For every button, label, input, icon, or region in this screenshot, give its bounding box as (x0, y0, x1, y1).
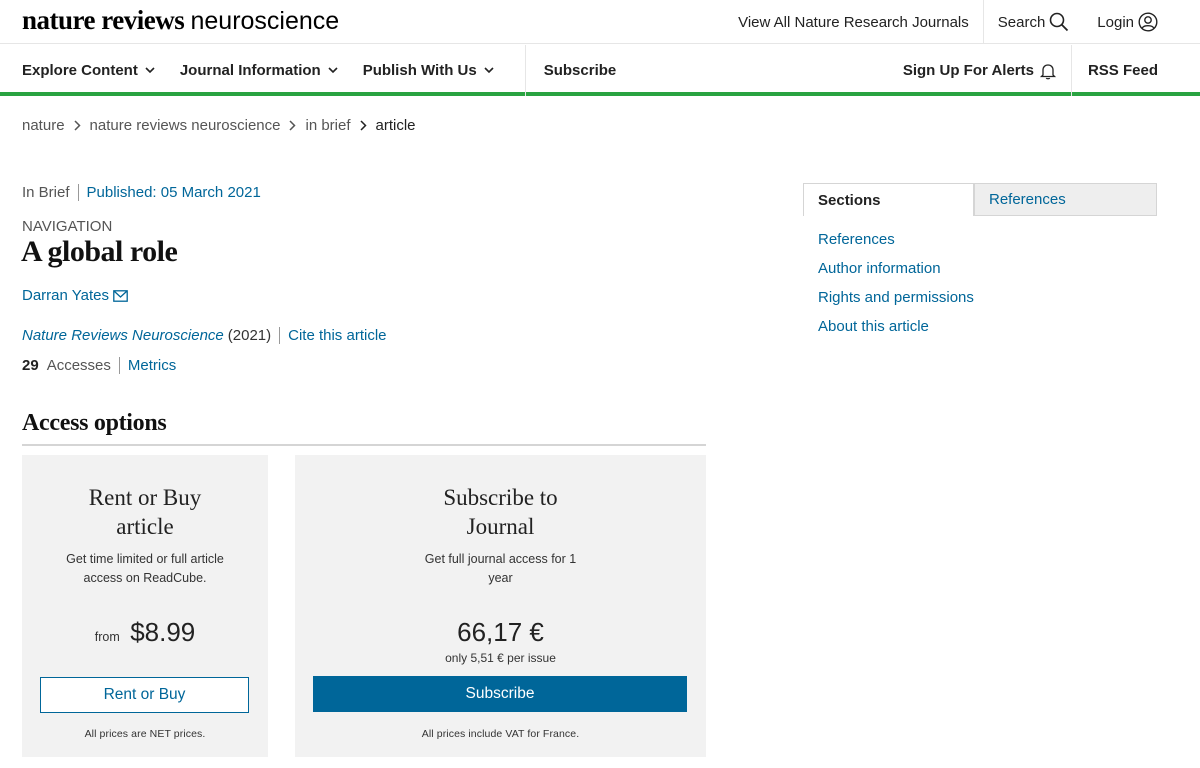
citation-line: Nature Reviews Neuroscience (2021) Cite … (22, 327, 387, 344)
section-link-author-information[interactable]: Author information (818, 259, 974, 288)
search-button[interactable]: Search (982, 0, 1084, 44)
published-date: Published: 05 March 2021 (86, 184, 261, 201)
nav-left: Explore Content Journal Information Publ… (22, 45, 641, 96)
rss-feed-link[interactable]: RSS Feed (1070, 45, 1200, 96)
access-options-heading: Access options (22, 410, 167, 436)
breadcrumb-item-in-brief[interactable]: in brief (305, 117, 350, 134)
journal-logo[interactable]: nature reviews neuroscience (22, 5, 339, 36)
nav-explore-content[interactable]: Explore Content (22, 45, 155, 96)
login-button[interactable]: Login (1083, 0, 1200, 44)
journal-name-link[interactable]: Nature Reviews Neuroscience (22, 327, 224, 344)
rent-or-buy-card: Rent or Buy article Get time limited or … (22, 455, 268, 757)
nav-subscribe[interactable]: Subscribe (524, 45, 617, 96)
breadcrumb-item-journal[interactable]: nature reviews neuroscience (90, 117, 281, 134)
metrics-line: 29 Accesses Metrics (22, 357, 176, 374)
login-label: Login (1097, 13, 1134, 31)
brand-bold-text: nature reviews (22, 5, 185, 35)
sign-up-alerts-label: Sign Up For Alerts (902, 62, 1034, 79)
breadcrumb: nature nature reviews neuroscience in br… (22, 117, 416, 134)
brand-light-text: neuroscience (190, 7, 340, 35)
tab-references[interactable]: References (974, 183, 1157, 216)
chevron-down-icon (328, 67, 338, 74)
metrics-link[interactable]: Metrics (120, 357, 176, 374)
rent-card-footnote: All prices are NET prices. (84, 728, 206, 740)
rent-card-description: Get time limited or full article access … (66, 552, 224, 585)
nav-publish-with-us-label: Publish With Us (362, 62, 477, 79)
chevron-down-icon (484, 67, 494, 74)
search-label: Search (997, 13, 1046, 31)
price-per-issue: only 5,51 € per issue (445, 651, 556, 665)
article-subject: NAVIGATION (22, 218, 113, 235)
subscribe-price-row: 66,17 € (295, 617, 706, 648)
subscribe-card-footnote: All prices include VAT for France. (421, 728, 580, 740)
article-type: In Brief (22, 184, 79, 201)
nav-journal-information-label: Journal Information (179, 62, 321, 79)
sign-up-alerts-link[interactable]: Sign Up For Alerts (889, 45, 1071, 96)
main-nav: Explore Content Journal Information Publ… (0, 45, 1200, 96)
user-icon (1138, 12, 1158, 32)
rss-feed-label: RSS Feed (1087, 62, 1158, 79)
author-name: Darran Yates (22, 287, 109, 304)
section-link-references[interactable]: References (818, 230, 974, 259)
accesses-label: Accesses (47, 357, 120, 374)
nav-subscribe-label: Subscribe (543, 62, 617, 79)
subscribe-card-title-line1: Subscribe to (443, 485, 558, 510)
nav-right: Sign Up For Alerts RSS Feed (889, 45, 1200, 96)
author-link[interactable]: Darran Yates (22, 287, 128, 304)
article-title: A global role (21, 235, 178, 268)
rent-card-title-line1: Rent or Buy (88, 485, 202, 510)
breadcrumb-item-nature[interactable]: nature (22, 117, 65, 134)
view-all-journals-label: View All Nature Research Journals (738, 13, 969, 31)
envelope-icon[interactable] (113, 289, 128, 302)
sidebar-tabs: Sections References (803, 183, 1157, 216)
divider (22, 444, 706, 446)
chevron-right-icon (289, 120, 297, 131)
rent-card-title-line2: article (116, 514, 174, 539)
article-meta: In Brief Published: 05 March 2021 (22, 184, 261, 201)
breadcrumb-item-current: article (375, 117, 416, 134)
chevron-right-icon (359, 120, 367, 131)
rent-or-buy-button[interactable]: Rent or Buy (40, 677, 249, 713)
subscribe-card-description: Get full journal access for 1 year (424, 552, 577, 585)
chevron-right-icon (74, 120, 81, 131)
tab-sections[interactable]: Sections (803, 183, 974, 216)
nav-publish-with-us[interactable]: Publish With Us (363, 45, 494, 96)
subscribe-card: Subscribe to Journal Get full journal ac… (295, 455, 706, 757)
top-bar: nature reviews neuroscience View All Nat… (0, 0, 1200, 44)
rent-card-title: Rent or Buy article (22, 483, 268, 541)
citation-year: (2021) (228, 327, 281, 344)
section-link-about-article[interactable]: About this article (818, 317, 974, 346)
subscribe-price: 66,17 € (457, 617, 544, 647)
accesses-count: 29 (22, 357, 39, 374)
rent-price: $8.99 (130, 617, 196, 647)
search-icon (1049, 12, 1069, 32)
section-link-rights-permissions[interactable]: Rights and permissions (818, 288, 974, 317)
subscribe-card-title: Subscribe to Journal (295, 483, 706, 541)
cite-article-link[interactable]: Cite this article (280, 327, 386, 344)
price-from-label: from (94, 630, 120, 644)
subscribe-button[interactable]: Subscribe (313, 676, 687, 712)
section-links-list: References Author information Rights and… (818, 230, 974, 346)
bell-icon (1039, 63, 1057, 79)
subscribe-card-title-line2: Journal (466, 514, 535, 539)
nav-journal-information[interactable]: Journal Information (180, 45, 338, 96)
chevron-down-icon (145, 67, 155, 74)
view-all-journals-link[interactable]: View All Nature Research Journals (724, 0, 983, 44)
rent-price-row: from $8.99 (22, 617, 268, 648)
top-right-links: View All Nature Research Journals Search… (724, 0, 1200, 44)
nav-explore-content-label: Explore Content (22, 62, 138, 79)
